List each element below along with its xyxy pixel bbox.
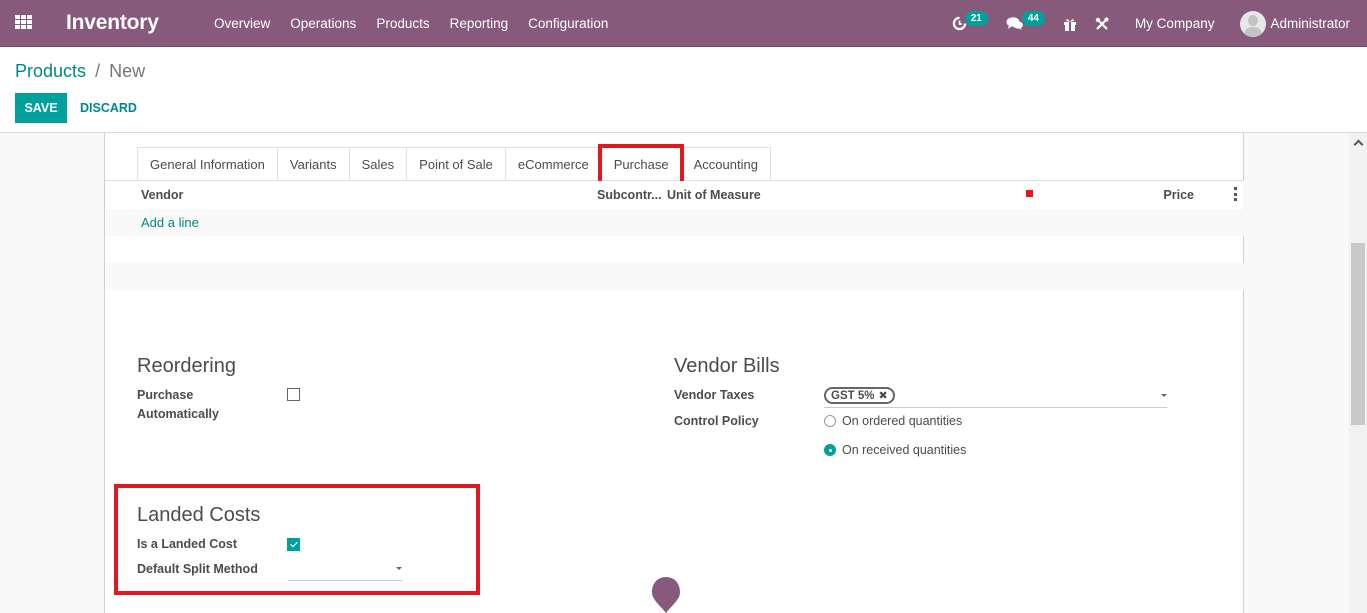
top-navbar: Inventory Overview Operations Products R… — [0, 0, 1367, 47]
radio-button[interactable] — [824, 444, 836, 456]
page-scrollbar[interactable] — [1349, 133, 1367, 613]
landed-costs-title: Landed Costs — [137, 504, 261, 526]
breadcrumb-products-link[interactable]: Products — [15, 61, 86, 81]
caret-down-icon[interactable] — [396, 567, 402, 570]
main-menu: Overview Operations Products Reporting C… — [214, 0, 628, 47]
notebook-tabs: General Information Variants Sales Point… — [137, 147, 771, 181]
activity-count-badge: 21 — [964, 11, 988, 26]
systray: 21 44 My Company Administrator — [952, 0, 1367, 47]
annotation-marker — [1026, 190, 1033, 197]
menu-reporting[interactable]: Reporting — [450, 16, 509, 31]
radio-received-quantities[interactable]: On received quantities — [824, 443, 966, 457]
breadcrumb-current: New — [109, 61, 146, 81]
radio-button[interactable] — [824, 415, 836, 427]
form-sheet: General Information Variants Sales Point… — [104, 133, 1244, 613]
table-row: Add a line — [105, 209, 1244, 236]
column-subcontractor[interactable]: Subcontr... — [597, 188, 662, 202]
table-row — [105, 263, 1244, 290]
column-unit-of-measure[interactable]: Unit of Measure — [667, 188, 761, 202]
radio-label: On ordered quantities — [842, 414, 963, 428]
default-split-method-label: Default Split Method — [137, 562, 258, 576]
menu-configuration[interactable]: Configuration — [528, 16, 608, 31]
gift-icon — [1063, 18, 1076, 31]
user-name: Administrator — [1270, 16, 1350, 31]
user-menu[interactable]: Administrator — [1240, 10, 1350, 37]
avatar — [1240, 10, 1267, 37]
control-policy-label: Control Policy — [674, 414, 759, 428]
menu-products[interactable]: Products — [376, 16, 429, 31]
radio-ordered-quantities[interactable]: On ordered quantities — [824, 414, 962, 428]
tab-sales[interactable]: Sales — [348, 147, 408, 181]
activity-menu[interactable]: 21 — [952, 11, 988, 31]
reordering-title: Reordering — [137, 355, 236, 377]
tab-general-information[interactable]: General Information — [137, 147, 278, 181]
map-pin-icon[interactable] — [651, 577, 681, 613]
caret-down-icon[interactable] — [1161, 394, 1167, 397]
tab-variants[interactable]: Variants — [276, 147, 350, 181]
vendor-bills-title: Vendor Bills — [674, 355, 780, 377]
vendor-taxes-label: Vendor Taxes — [674, 388, 755, 402]
gift-button[interactable] — [1063, 17, 1077, 31]
tab-point-of-sale[interactable]: Point of Sale — [406, 147, 506, 181]
tools-icon — [1095, 17, 1109, 30]
column-vendor[interactable]: Vendor — [141, 188, 183, 202]
tab-ecommerce[interactable]: eCommerce — [504, 147, 602, 181]
label-line-1: Purchase — [137, 388, 194, 402]
radio-label: On received quantities — [842, 443, 967, 457]
label-line-2: Automatically — [137, 407, 219, 421]
column-price[interactable]: Price — [1163, 188, 1194, 202]
tax-tag-label: GST 5% — [831, 389, 875, 402]
breadcrumb-separator: / — [95, 61, 101, 81]
control-panel: Products / New SAVE DISCARD — [0, 47, 1367, 133]
tab-purchase[interactable]: Purchase — [600, 147, 682, 181]
menu-overview[interactable]: Overview — [214, 16, 270, 31]
debug-tools-button[interactable] — [1095, 17, 1109, 31]
apps-grid-icon[interactable] — [15, 15, 32, 30]
is-landed-cost-label: Is a Landed Cost — [137, 537, 238, 551]
app-title[interactable]: Inventory — [66, 11, 159, 35]
breadcrumb: Products / New — [15, 61, 145, 82]
tab-accounting[interactable]: Accounting — [680, 147, 771, 181]
purchase-automatically-label: Purchase Automatically — [137, 386, 219, 424]
messages-menu[interactable]: 44 — [1006, 11, 1045, 31]
discard-button[interactable]: DISCARD — [80, 93, 137, 123]
vendor-taxes-field[interactable]: GST 5% ✖ — [824, 386, 1167, 408]
optional-columns-icon[interactable] — [1234, 187, 1238, 201]
messages-count-badge: 44 — [1021, 11, 1045, 26]
table-row — [105, 236, 1244, 263]
purchase-automatically-checkbox[interactable] — [287, 388, 300, 401]
save-button[interactable]: SAVE — [15, 93, 67, 123]
default-split-method-select[interactable] — [288, 559, 402, 581]
tax-tag: GST 5% ✖ — [824, 387, 895, 404]
company-switcher[interactable]: My Company — [1135, 16, 1215, 31]
scrollbar-thumb[interactable] — [1351, 243, 1365, 425]
remove-tag-icon[interactable]: ✖ — [878, 389, 887, 402]
vendor-table-header: Vendor Subcontr... Unit of Measure Price — [105, 181, 1244, 209]
scroll-up-arrow-icon[interactable] — [1349, 133, 1367, 151]
menu-operations[interactable]: Operations — [290, 16, 356, 31]
add-line-link[interactable]: Add a line — [141, 215, 199, 230]
is-landed-cost-checkbox[interactable] — [287, 538, 300, 551]
